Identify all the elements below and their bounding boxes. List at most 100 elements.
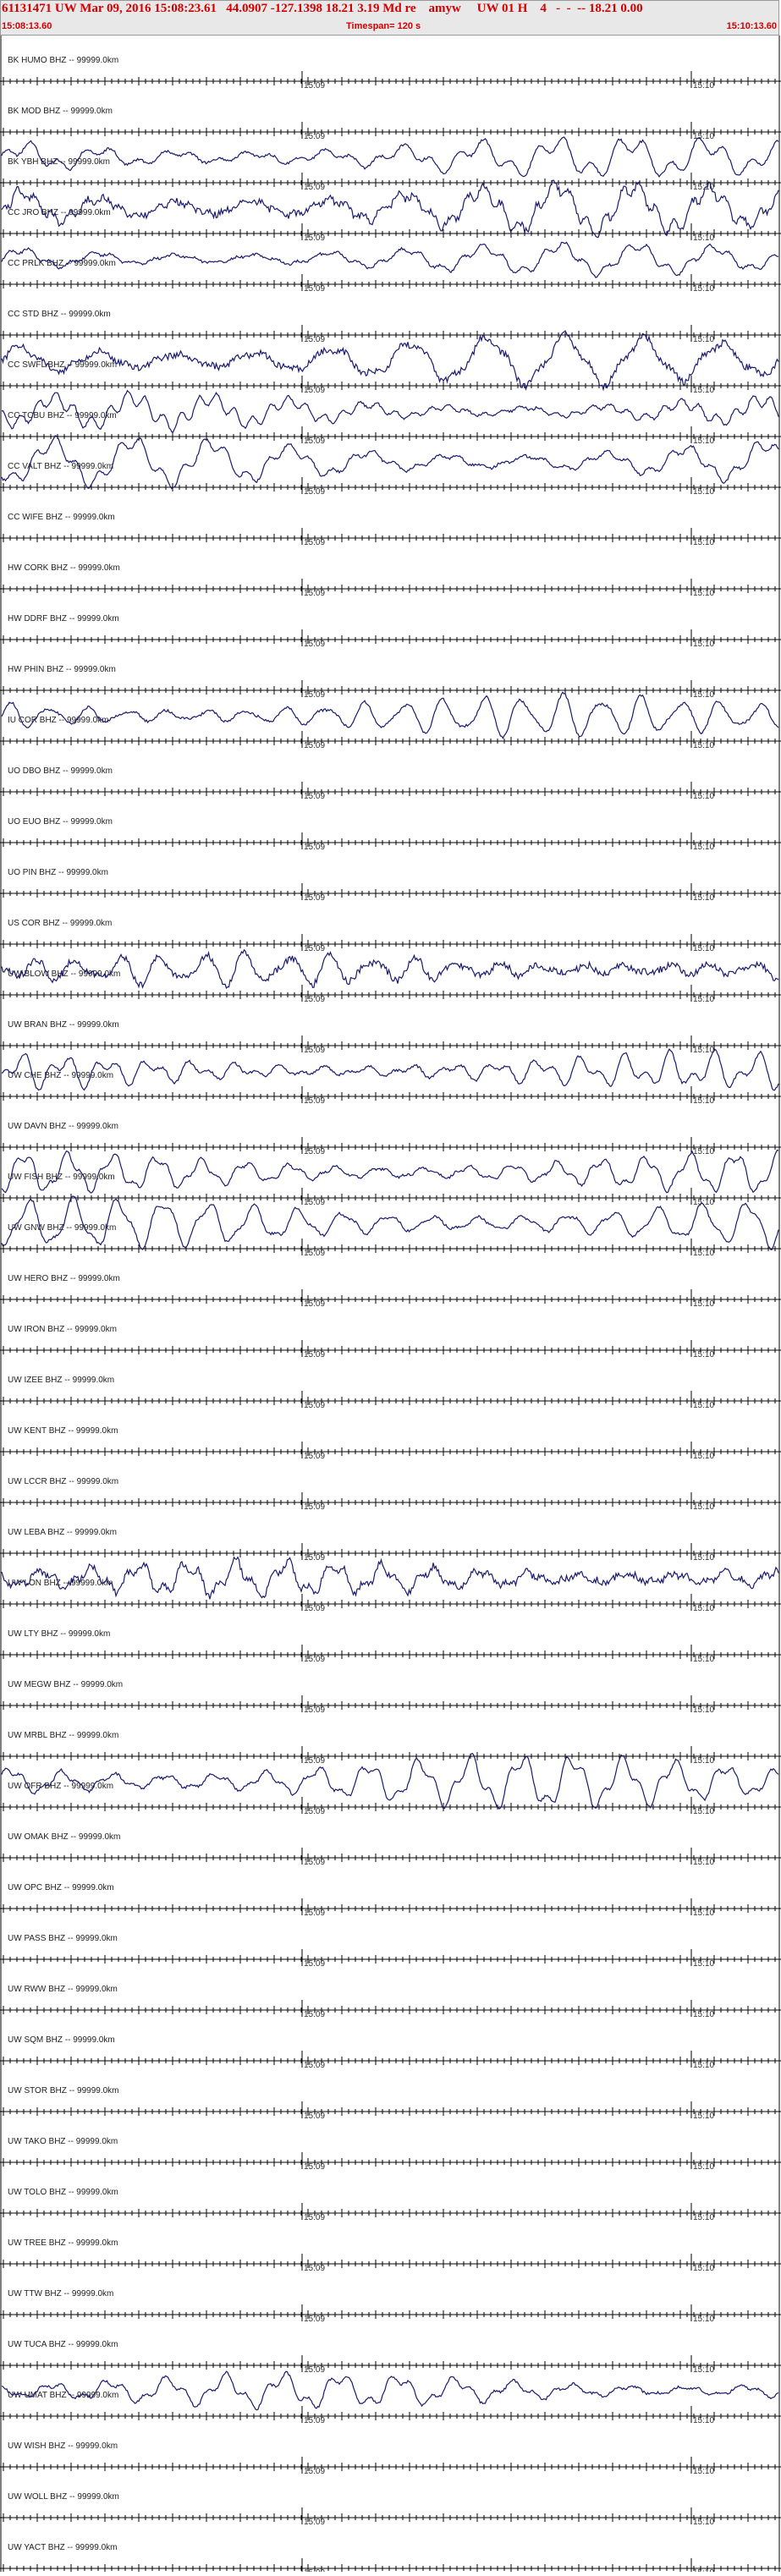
station-label: HW PHIN BHZ -- 99999.0km [8,665,116,674]
trace-row: 15:0915:10UW OPC BHZ -- 99999.0km [0,1883,781,1918]
station-label: CC VALT BHZ -- 99999.0km [8,462,113,471]
minute-tick-label: 15:10 [693,944,714,953]
minute-tick-label: 15:10 [693,335,714,344]
station-label: UW OMAK BHZ -- 99999.0km [8,1832,120,1842]
waveform [2,180,778,237]
minute-tick-label: 15:09 [304,1858,325,1867]
trace-row: 15:0915:10UW KENT BHZ -- 99999.0km [0,1426,781,1461]
minute-tick-label: 15:09 [304,538,325,547]
station-label: CC SWFL BHZ -- 99999.0km [8,360,117,370]
trace-row: 15:09 15:10 UW OFR BHZ -- 99999.0km [0,1754,781,1816]
minute-tick-label: 15:10 [693,690,714,700]
trace-row: 15:0915:10UW GNW BHZ -- 99999.0km [0,1196,781,1258]
seismogram-panel: 15:0915:10BK HUMO BHZ -- 99999.0km15:091… [0,36,781,2572]
station-label: UW HERO BHZ -- 99999.0km [8,1274,120,1283]
minute-tick-label: 15:09 [304,843,325,852]
station-label: UO DBO BHZ -- 99999.0km [8,766,113,776]
minute-tick-label: 15:09 [304,2010,325,2019]
minute-tick-label: 15:09 [304,589,325,598]
minute-tick-label: 15:10 [693,1299,714,1309]
station-label: BK MOD BHZ -- 99999.0km [8,107,113,116]
minute-tick-label: 15:10 [693,1655,714,1664]
minute-tick-label: 15:09 [304,1959,325,1969]
trace-row: 15:0915:10UW LTY BHZ -- 99999.0km [0,1629,781,1664]
minute-tick-label: 15:09 [304,1705,325,1715]
trace-row: 15:0915:10UW HERO BHZ -- 99999.0km [0,1274,781,1309]
minute-tick-label: 15:10 [693,1452,714,1461]
trace-row: 15:0915:10UW BRAN BHZ -- 99999.0km [0,1020,781,1055]
station-label: UW LCCR BHZ -- 99999.0km [8,1477,118,1486]
minute-tick-label: 15:10 [693,1046,714,1055]
minute-tick-label: 15:10 [693,233,714,243]
minute-tick-label: 15:09 [304,1401,325,1410]
trace-row: 15:0915:10UO DBO BHZ -- 99999.0km [0,766,781,801]
station-label: UO EUO BHZ -- 99999.0km [8,817,113,827]
minute-tick-label: 15:09 [304,1198,325,1207]
waveform [2,692,778,738]
minute-tick-label: 15:10 [693,1147,714,1156]
station-label: UW KENT BHZ -- 99999.0km [8,1426,118,1436]
minute-tick-label: 15:10 [693,741,714,750]
trace-row: 15:0915:10US COR BHZ -- 99999.0km [0,919,781,953]
trace-row: 15:0915:10UW IZEE BHZ -- 99999.0km [0,1376,781,1410]
minute-tick-label: 15:10 [693,538,714,547]
station-label: UW SQM BHZ -- 99999.0km [8,2035,115,2045]
minute-tick-label: 15:09 [304,81,325,91]
minute-tick-label: 15:09 [304,690,325,700]
minute-tick-label: 15:10 [693,589,714,598]
waveform [2,1754,778,1809]
trace-row: 15:0915:10UO PIN BHZ -- 99999.0km [0,868,781,903]
trace-row: 15:0915:10UW DAVN BHZ -- 99999.0km [0,1122,781,1156]
minute-tick-label: 15:09 [304,183,325,192]
waveform [2,242,778,277]
station-label: CC TCBU BHZ -- 99999.0km [8,411,117,420]
trace-row: 15:0915:10IU COR BHZ -- 99999.0km [0,692,781,750]
timespan-label: Timespan= 120 s [346,21,421,31]
station-label: UW MRBL BHZ -- 99999.0km [8,1731,118,1740]
station-label: UW DAVN BHZ -- 99999.0km [8,1122,118,1131]
station-label: UW OPC BHZ -- 99999.0km [8,1883,114,1892]
minute-tick-label: 15:10 [693,2010,714,2019]
trace-row: 15:0915:10HW CORK BHZ -- 99999.0km [0,563,781,598]
minute-tick-label: 15:10 [693,1553,714,1563]
minute-tick-label: 15:10 [693,1858,714,1867]
minute-tick-label: 15:10 [693,1756,714,1766]
station-label: CC WIFE BHZ -- 99999.0km [8,513,115,522]
minute-tick-label: 15:10 [693,1909,714,1918]
minute-tick-label: 15:09 [304,1249,325,1258]
trace-row: 15:0915:10BK HUMO BHZ -- 99999.0km [0,56,781,91]
station-label: UW OFR BHZ -- 99999.0km [8,1782,113,1791]
minute-tick-label: 15:09 [304,437,325,446]
trace-row: 15:0915:10CC JRO BHZ -- 99999.0km [0,180,781,243]
trace-row: 15:0915:10UO EUO BHZ -- 99999.0km [0,817,781,852]
trace-row: 15:0915:10BK YBH BHZ -- 99999.0km [0,137,781,192]
station-label: US COR BHZ -- 99999.0km [8,919,112,928]
trace-row: 15:0915:10BK MOD BHZ -- 99999.0km [0,107,781,141]
station-label: HW DDRF BHZ -- 99999.0km [8,614,119,623]
event-title: 61131471 UW Mar 09, 2016 15:08:23.61 44.… [2,2,643,16]
trace-row: 15:0915:10UW RWW BHZ -- 99999.0km [0,1985,781,2019]
minute-tick-label: 15:09 [304,1807,325,1816]
trace-row: 15:0915:10UW SQM BHZ -- 99999.0km [0,2035,781,2070]
minute-tick-label: 15:09 [304,995,325,1004]
seismogram-traces: 15:0915:10BK HUMO BHZ -- 99999.0km15:091… [0,36,781,2572]
minute-tick-label: 15:09 [304,233,325,243]
station-label: BK YBH BHZ -- 99999.0km [8,157,110,167]
minute-tick-label: 15:09 [304,2061,325,2070]
minute-tick-label: 15:10 [693,1502,714,1512]
minute-tick-label: 15:09 [304,487,325,497]
minute-tick-label: 15:09 [304,1756,325,1766]
minute-tick-label: 15:09 [304,1655,325,1664]
minute-tick-label: 15:10 [693,1807,714,1816]
trace-row: 15:09 15:10 HW PHIN BHZ -- 99999.0km [0,665,781,700]
minute-tick-label: 15:09 [304,1046,325,1055]
minute-tick-label: 15:10 [693,1350,714,1359]
minute-tick-label: 15:10 [693,1705,714,1715]
minute-tick-label: 15:09 [304,132,325,141]
waveform [2,137,778,177]
trace-row: 15:09 15:10 CC WIFE BHZ -- 99999.0km [0,513,781,547]
waveform [2,331,778,389]
minute-tick-label: 15:10 [693,437,714,446]
trace-row: 15:0915:10HW DDRF BHZ -- 99999.0km [0,614,781,649]
station-label: CC STD BHZ -- 99999.0km [8,310,111,319]
